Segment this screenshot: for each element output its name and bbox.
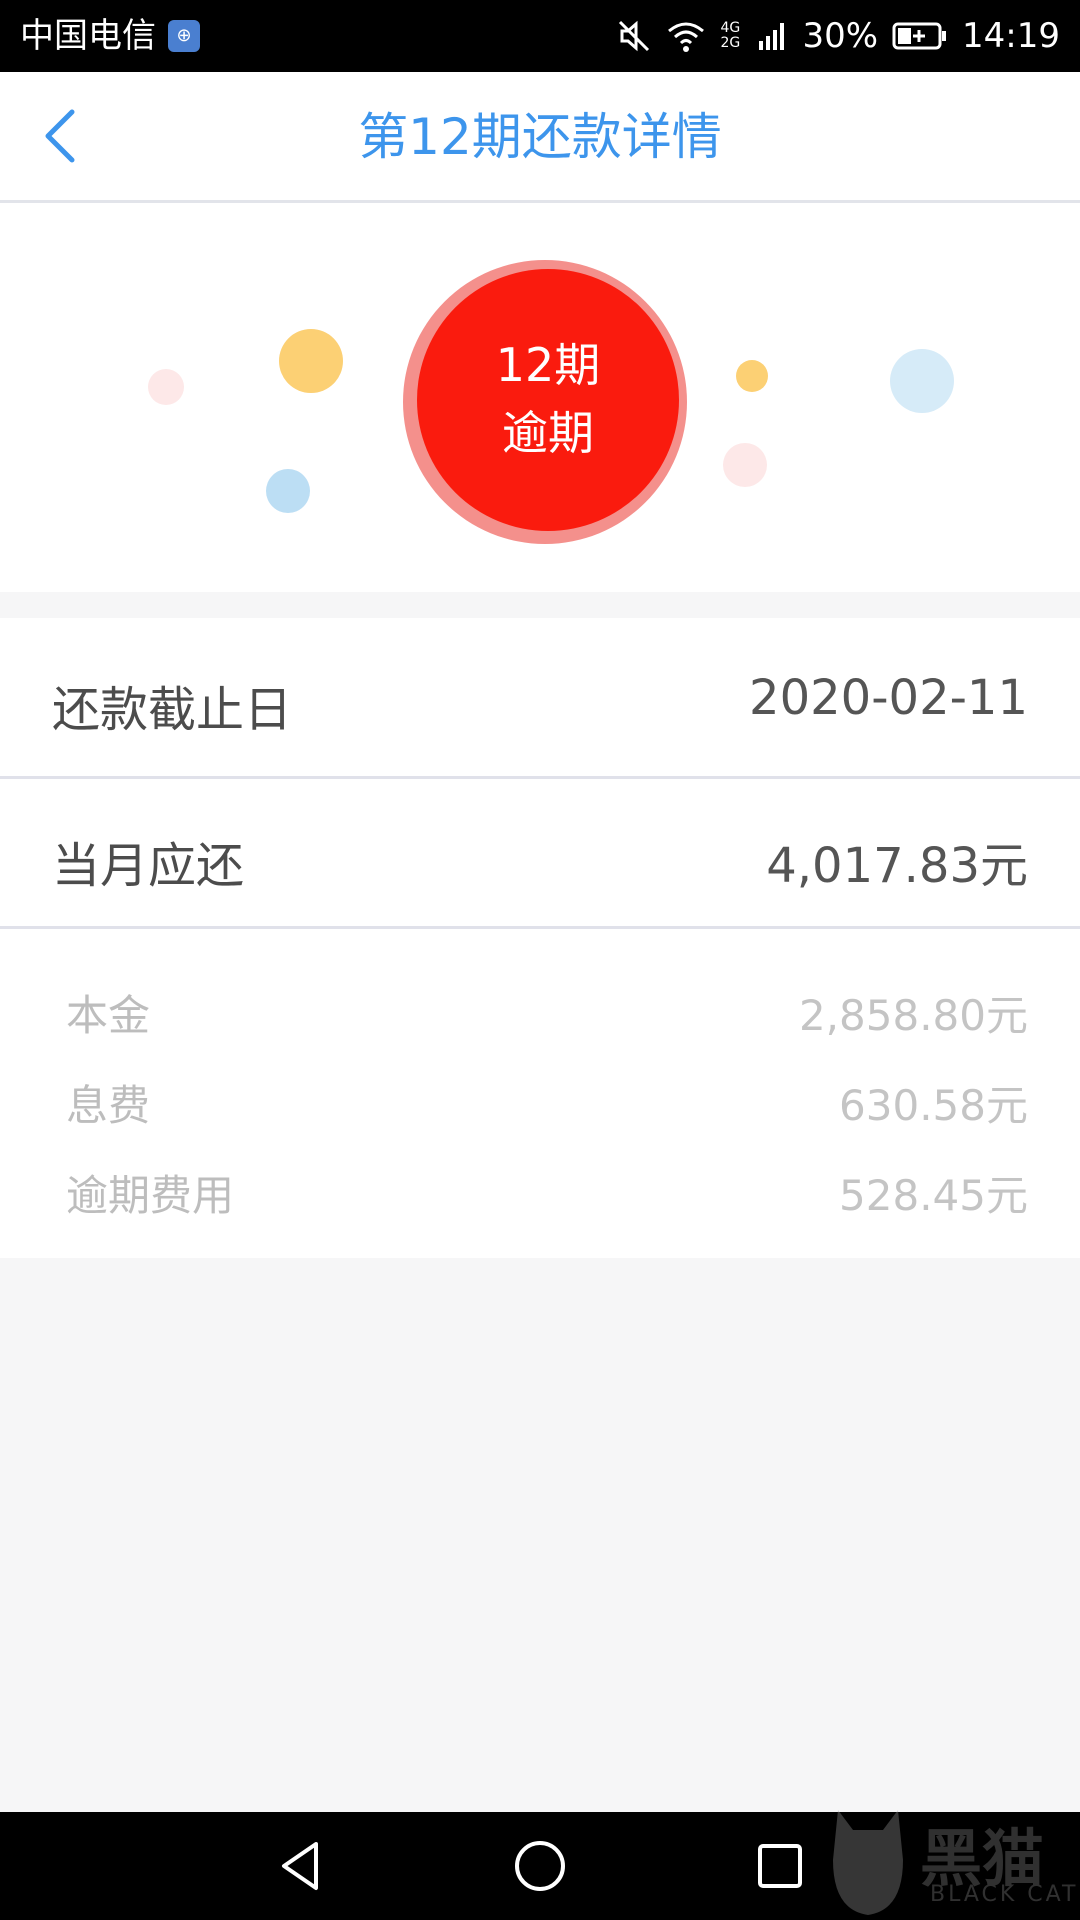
carrier-badge-icon: ⊕ xyxy=(168,20,200,52)
status-bar: 中国电信 ⊕ 4G 2G 30% 14:19 xyxy=(0,0,1080,72)
watermark-sub: BLACK CAT xyxy=(930,1882,1079,1907)
signal-icon xyxy=(759,23,785,50)
clock: 14:19 xyxy=(962,16,1060,56)
interest-value: 630.58元 xyxy=(839,1081,1028,1130)
header-bar: 第12期还款详情 xyxy=(0,72,1080,203)
summary-card: 还款截止日 2020-02-11 当月应还 4,017.83元 本金 2,858… xyxy=(0,618,1080,1258)
status-hero: 12期 逾期 xyxy=(0,203,1080,592)
decorative-dot xyxy=(736,360,768,392)
divider xyxy=(0,926,1080,929)
watermark-logo: 黑猫 BLACK CAT xyxy=(810,1800,1080,1920)
carrier-name: 中国电信 xyxy=(20,16,156,56)
recents-square-icon[interactable] xyxy=(750,1836,810,1896)
decorative-dot xyxy=(723,443,767,487)
principal-value: 2,858.80元 xyxy=(798,991,1028,1040)
home-circle-icon[interactable] xyxy=(510,1836,570,1896)
wifi-icon xyxy=(668,22,705,52)
decorative-dot xyxy=(279,329,343,393)
monthly-due-label: 当月应还 xyxy=(52,838,245,894)
due-date-value: 2020-02-11 xyxy=(749,670,1028,726)
status-circle-text: 12期 逾期 xyxy=(417,331,679,467)
overdue-fee-value: 528.45元 xyxy=(839,1171,1028,1220)
cat-logo-icon xyxy=(833,1810,903,1915)
network-type: 4G 2G xyxy=(720,20,741,51)
back-triangle-icon[interactable] xyxy=(270,1836,330,1896)
mute-icon xyxy=(619,20,650,52)
decorative-dot xyxy=(890,349,954,413)
battery-percent: 30% xyxy=(802,16,879,56)
monthly-due-value: 4,017.83元 xyxy=(766,838,1028,894)
decorative-dot xyxy=(266,469,310,513)
decorative-dot xyxy=(148,369,184,405)
page-title: 第12期还款详情 xyxy=(358,108,722,166)
divider xyxy=(0,776,1080,779)
overdue-status: 逾期 xyxy=(502,406,594,460)
principal-label: 本金 xyxy=(66,991,151,1040)
battery-charging-icon xyxy=(892,21,948,51)
status-icons: 4G 2G 30% 14:19 xyxy=(616,14,1060,58)
installment-number: 12期 xyxy=(495,338,601,392)
overdue-fee-label: 逾期费用 xyxy=(66,1171,235,1220)
due-date-label: 还款截止日 xyxy=(52,682,293,738)
interest-label: 息费 xyxy=(66,1081,151,1130)
